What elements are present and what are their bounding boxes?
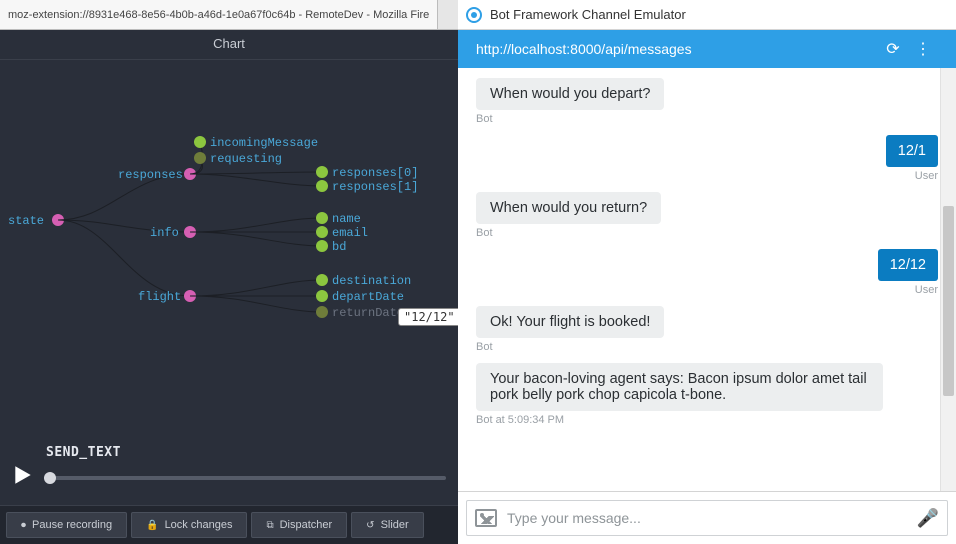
lock-icon: 🔒 [146,520,158,531]
node-label-state: state [8,214,44,228]
scroll-thumb[interactable] [943,206,954,396]
leaf-label: incomingMessage [210,136,318,150]
message-bubble[interactable]: 12/12 [878,249,938,281]
bot-message: When would you return? Bot [476,192,938,239]
leaf-label: bd [332,240,346,254]
kebab-icon: ⋮ [915,41,931,58]
message-meta: Bot [476,341,938,353]
pause-recording-button[interactable]: ⏺Pause recording [6,512,127,538]
attach-image-button[interactable] [475,509,497,527]
play-button[interactable] [12,464,34,491]
message-bubble[interactable]: Ok! Your flight is booked! [476,306,664,338]
message-input[interactable] [507,510,907,526]
leaf-label: requesting [210,152,282,166]
chat-transcript[interactable]: When would you depart? Bot 12/1 User When wo… [458,68,956,491]
message-bubble[interactable]: When would you return? [476,192,661,224]
node-label-info: info [150,226,179,240]
leaf-label: returnDate [332,306,404,320]
browser-tab[interactable]: moz-extension://8931e468-8e56-4b0b-a46d-… [0,0,438,29]
record-icon: ⏺ [21,520,26,531]
leaf-requesting[interactable] [194,152,206,164]
message-bubble[interactable]: 12/1 [886,135,938,167]
chat-scrollbar[interactable] [940,68,956,491]
leaf-departDate[interactable] [316,290,328,302]
dispatch-icon: ⧉ [266,520,273,531]
leaf-responses-0[interactable] [316,166,328,178]
leaf-destination[interactable] [316,274,328,286]
timeline-slider[interactable] [44,476,446,480]
dispatcher-button[interactable]: ⧉Dispatcher [251,512,347,538]
leaf-returnDate[interactable] [316,306,328,318]
user-message: 12/1 User [476,135,938,182]
emulator-panel: Bot Framework Channel Emulator http://lo… [458,0,956,544]
message-meta: Bot [476,113,938,125]
leaf-label: destination [332,274,411,288]
endpoint-url: http://localhost:8000/api/messages [476,41,878,57]
chart-header: Chart [0,30,458,60]
lock-changes-button[interactable]: 🔒Lock changes [131,512,247,538]
message-meta: Bot at 5:09:34 PM [476,414,938,426]
refresh-icon: ⟳ [886,41,899,58]
action-player: SEND_TEXT [0,431,458,505]
leaf-email[interactable] [316,226,328,238]
leaf-responses-1[interactable] [316,180,328,192]
window-title: Bot Framework Channel Emulator [490,7,686,22]
message-meta: Bot [476,227,938,239]
leaf-label: responses[0] [332,166,418,180]
emulator-titlebar: Bot Framework Channel Emulator [458,0,956,30]
message-meta: User [476,170,938,182]
leaf-name[interactable] [316,212,328,224]
browser-tabbar: moz-extension://8931e468-8e56-4b0b-a46d-… [0,0,458,30]
devtools-panel: moz-extension://8931e468-8e56-4b0b-a46d-… [0,0,458,544]
current-action-name: SEND_TEXT [46,445,446,460]
refresh-button[interactable]: ⟳ [878,39,908,59]
user-message: 12/12 User [476,249,938,296]
botframework-logo-icon [466,7,482,23]
microphone-icon: 🎤 [917,508,939,528]
state-tree-chart[interactable]: state responses info flight [0,60,458,431]
emulator-topbar: http://localhost:8000/api/messages ⟳ ⋮ [458,30,956,68]
leaf-label: responses[1] [332,180,418,194]
bot-message: When would you depart? Bot [476,78,938,125]
devtools-bottom-toolbar: ⏺Pause recording 🔒Lock changes ⧉Dispatch… [0,505,458,544]
microphone-button[interactable]: 🎤 [917,508,939,529]
message-bubble[interactable]: Your bacon-loving agent says: Bacon ipsu… [476,363,883,411]
compose-bar: 🎤 [458,491,956,544]
more-menu-button[interactable]: ⋮ [908,39,938,59]
slider-icon: ↺ [366,520,374,531]
node-label-responses: responses [118,168,183,182]
bot-message: Ok! Your flight is booked! Bot [476,306,938,353]
leaf-incomingMessage[interactable] [194,136,206,148]
leaf-label: email [332,226,368,240]
message-bubble[interactable]: When would you depart? [476,78,664,110]
node-tooltip: "12/12" [398,308,458,326]
message-meta: User [476,284,938,296]
slider-button[interactable]: ↺Slider [351,512,424,538]
leaf-label: name [332,212,361,226]
leaf-bd[interactable] [316,240,328,252]
bot-message: Your bacon-loving agent says: Bacon ipsu… [476,363,938,426]
leaf-label: departDate [332,290,404,304]
node-label-flight: flight [138,290,181,304]
